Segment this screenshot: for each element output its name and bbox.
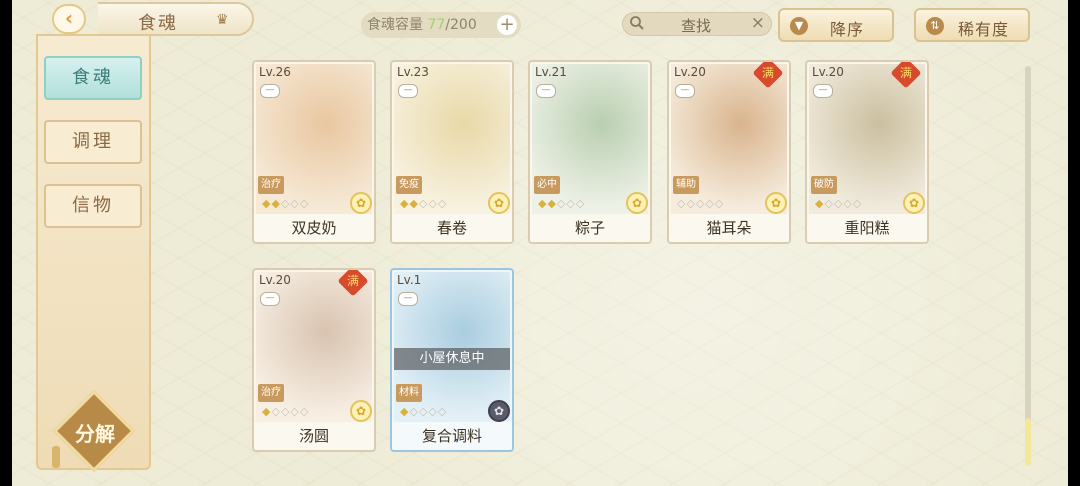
page-title: 食魂 — [138, 13, 178, 34]
card-name: 双皮奶 — [254, 214, 374, 242]
sidebar-item-label: 调理 — [72, 131, 114, 152]
top-bar: ‹ 食魂 ♛ 食魂容量 77/200 + 查找 × ▼ 降序 ⇅ 稀有度 — [12, 0, 1068, 44]
scrollbar-thumb[interactable] — [1025, 418, 1031, 466]
letterbox-right — [1068, 0, 1080, 486]
card-level: Lv.20 — [259, 273, 291, 287]
food-soul-card[interactable]: Lv.20 满 — 破防 ◆◇◇◇◇ ✿ 重阳糕 — [805, 60, 929, 244]
food-soul-card[interactable]: Lv.21 — 必中 ◆◆◇◇◇ ✿ 粽子 — [528, 60, 652, 244]
sidebar-item-label: 食魂 — [72, 67, 114, 88]
star-rating: ◆◆◇◇◇ — [400, 197, 448, 210]
food-soul-card[interactable]: Lv.23 — 免疫 ◆◆◇◇◇ ✿ 春卷 — [390, 60, 514, 244]
card-level: Lv.1 — [397, 273, 422, 287]
sidebar-item-label: 信物 — [72, 195, 114, 216]
decompose-button[interactable]: 分解 — [52, 389, 136, 473]
rarity-medal-icon: ✿ — [350, 400, 372, 422]
card-name: 重阳糕 — [807, 214, 927, 242]
lock-icon[interactable]: — — [260, 84, 280, 98]
role-tag: 材料 — [396, 384, 422, 402]
card-name: 春卷 — [392, 214, 512, 242]
rarity-medal-icon: ✿ — [488, 192, 510, 214]
search-placeholder: 查找 — [681, 17, 712, 35]
lock-icon[interactable]: — — [398, 292, 418, 306]
capacity-current: 77 — [427, 17, 446, 33]
rarity-medal-icon: ✿ — [626, 192, 648, 214]
back-chevron-icon: ‹ — [64, 6, 74, 30]
star-rating: ◆◇◇◇◇ — [262, 405, 310, 418]
sidebar-item-tokens[interactable]: 信物 — [44, 184, 142, 228]
search-clear-button[interactable]: × — [751, 13, 765, 33]
role-tag: 治疗 — [258, 176, 284, 194]
food-soul-card[interactable]: Lv.1 — 材料 ◆◇◇◇◇ ✿ 小屋休息中 复合调料 — [390, 268, 514, 452]
star-rating: ◆◇◇◇◇ — [815, 197, 863, 210]
capacity-max: /200 — [445, 17, 477, 33]
role-tag: 治疗 — [258, 384, 284, 402]
food-soul-card[interactable]: Lv.20 满 — 治疗 ◆◇◇◇◇ ✿ 汤圆 — [252, 268, 376, 452]
title-tab: 食魂 ♛ — [98, 2, 254, 36]
lock-icon[interactable]: — — [260, 292, 280, 306]
decompose-label: 分解 — [75, 422, 115, 446]
scrollbar-track[interactable] — [1025, 66, 1031, 466]
tassel-decoration — [52, 446, 60, 468]
max-level-text: 满 — [761, 65, 775, 80]
card-name: 复合调料 — [392, 422, 512, 450]
plus-icon: + — [499, 14, 515, 35]
swap-icon: ⇅ — [926, 17, 944, 35]
star-rating: ◇◇◇◇◇ — [677, 197, 725, 210]
food-soul-card[interactable]: Lv.26 — 治疗 ◆◆◇◇◇ ✿ 双皮奶 — [252, 60, 376, 244]
card-level: Lv.26 — [259, 65, 291, 79]
search-box[interactable]: 查找 × — [622, 12, 772, 36]
crown-icon: ♛ — [216, 12, 229, 28]
food-soul-card[interactable]: Lv.20 满 — 辅助 ◇◇◇◇◇ ✿ 猫耳朵 — [667, 60, 791, 244]
card-level: Lv.23 — [397, 65, 429, 79]
sidebar: 食魂 调理 信物 分解 — [36, 34, 151, 473]
card-name: 汤圆 — [254, 422, 374, 450]
sort-order-label: 降序 — [830, 20, 865, 39]
sort-key-label: 稀有度 — [958, 20, 1010, 39]
card-name: 粽子 — [530, 214, 650, 242]
sidebar-item-food-soul[interactable]: 食魂 — [44, 56, 142, 100]
max-level-text: 满 — [899, 65, 913, 80]
card-level: Lv.20 — [812, 65, 844, 79]
letterbox-left — [0, 0, 12, 486]
lock-icon[interactable]: — — [398, 84, 418, 98]
status-banner: 小屋休息中 — [394, 348, 510, 370]
capacity-label: 食魂容量 — [367, 17, 423, 33]
back-button[interactable]: ‹ — [52, 4, 86, 34]
card-level: Lv.21 — [535, 65, 567, 79]
star-rating: ◆◇◇◇◇ — [400, 405, 448, 418]
sidebar-item-conditioning[interactable]: 调理 — [44, 120, 142, 164]
capacity-add-button[interactable]: + — [497, 15, 517, 35]
role-tag: 免疫 — [396, 176, 422, 194]
role-tag: 必中 — [534, 176, 560, 194]
lock-icon[interactable]: — — [675, 84, 695, 98]
star-rating: ◆◆◇◇◇ — [262, 197, 310, 210]
triangle-down-icon: ▼ — [790, 17, 808, 35]
star-rating: ◆◆◇◇◇ — [538, 197, 586, 210]
lock-icon[interactable]: — — [813, 84, 833, 98]
card-name: 猫耳朵 — [669, 214, 789, 242]
rarity-medal-icon: ✿ — [488, 400, 510, 422]
sort-order-button[interactable]: ▼ 降序 — [778, 8, 894, 42]
rarity-medal-icon: ✿ — [903, 192, 925, 214]
max-level-text: 满 — [346, 273, 360, 288]
card-level: Lv.20 — [674, 65, 706, 79]
capacity-display: 食魂容量 77/200 + — [361, 12, 521, 38]
rarity-medal-icon: ✿ — [765, 192, 787, 214]
magnifier-icon — [630, 16, 644, 30]
lock-icon[interactable]: — — [536, 84, 556, 98]
role-tag: 破防 — [811, 176, 837, 194]
role-tag: 辅助 — [673, 176, 699, 194]
sort-key-button[interactable]: ⇅ 稀有度 — [914, 8, 1030, 42]
rarity-medal-icon: ✿ — [350, 192, 372, 214]
